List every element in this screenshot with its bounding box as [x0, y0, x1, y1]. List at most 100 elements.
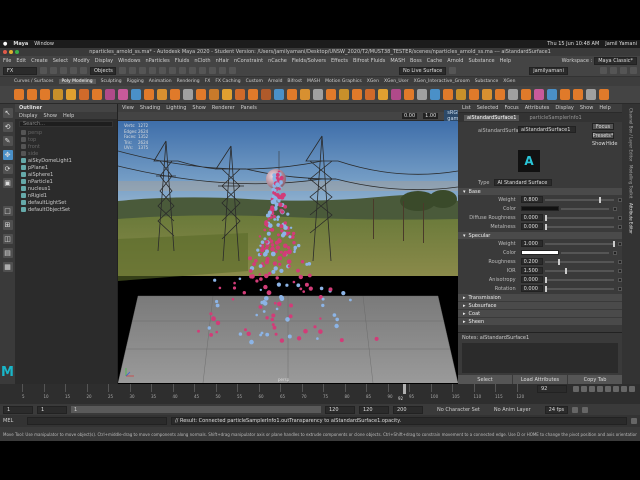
- menu-fluids[interactable]: Fluids: [175, 58, 190, 64]
- snap-plane-icon[interactable]: [179, 67, 186, 74]
- shelf-tool-icon[interactable]: [573, 89, 583, 100]
- viewport-3d[interactable]: Verts: 1272 Edges:2624 Faces: 1352 Tris: 2624 U…: [118, 121, 458, 384]
- select-component-icon[interactable]: [139, 67, 146, 74]
- outliner-item[interactable]: aiSphere1: [15, 171, 117, 178]
- undo-icon[interactable]: [70, 67, 77, 74]
- attribute-value-field[interactable]: 0.800: [520, 196, 543, 203]
- shelf-tool-icon[interactable]: [14, 89, 24, 100]
- shelf-tool-icon[interactable]: [183, 89, 193, 100]
- go-to-start-icon[interactable]: [573, 385, 579, 392]
- shelf-tool-icon[interactable]: [534, 89, 544, 100]
- panel-menu-shading[interactable]: Shading: [140, 105, 160, 111]
- auto-key-icon[interactable]: [572, 406, 579, 413]
- viewport-scene[interactable]: [118, 121, 458, 384]
- shelf-tab-bifrost[interactable]: Bifrost: [287, 79, 302, 84]
- playback-start-field[interactable]: 1: [37, 405, 67, 414]
- symmetry-icon[interactable]: [449, 67, 457, 74]
- lasso-tool-icon[interactable]: ⟲: [2, 122, 13, 132]
- slider-handle[interactable]: [564, 267, 567, 274]
- outliner-menu-display[interactable]: Display: [19, 113, 37, 119]
- attribute-slider[interactable]: [544, 240, 615, 247]
- shelf-tool-icon[interactable]: [118, 89, 128, 100]
- snap-grid-icon[interactable]: [149, 67, 156, 74]
- notes-text-field[interactable]: [462, 343, 618, 373]
- section-subsurface[interactable]: ▸ Subsurface: [458, 302, 622, 309]
- shelf-tab-rendering[interactable]: Rendering: [177, 79, 200, 84]
- load-attributes-button[interactable]: Load Attributes: [513, 375, 567, 384]
- shelf-tool-icon[interactable]: [456, 89, 466, 100]
- menu-edit[interactable]: Edit: [16, 58, 26, 64]
- script-editor-icon[interactable]: [631, 418, 637, 424]
- attribute-value-field[interactable]: 0.000: [520, 223, 543, 230]
- side-tab-channel-box[interactable]: Channel Box / Layer Editor: [629, 108, 634, 161]
- menu-display[interactable]: Display: [95, 58, 113, 64]
- menu-substance[interactable]: Substance: [468, 58, 494, 64]
- menu-set-dropdown[interactable]: FX: [3, 66, 37, 75]
- shelf-tool-icon[interactable]: [144, 89, 154, 100]
- shelf-tab-fx-caching[interactable]: FX Caching: [215, 79, 240, 84]
- range-end-field[interactable]: 120: [359, 405, 389, 414]
- menu-ncache[interactable]: nCache: [268, 58, 287, 64]
- shelf-tool-icon[interactable]: [287, 89, 297, 100]
- presets-button[interactable]: Presets*: [592, 132, 614, 139]
- attr-menu-display[interactable]: Display: [555, 105, 573, 111]
- attribute-slider[interactable]: [544, 267, 615, 274]
- shelf-tool-icon[interactable]: [313, 89, 323, 100]
- step-forward-key-icon[interactable]: [621, 385, 627, 392]
- hide-button[interactable]: Hide: [606, 141, 617, 147]
- outliner-item[interactable]: side: [15, 150, 117, 157]
- range-slider[interactable]: 1: [71, 406, 321, 413]
- shelf-tab-curves-surfaces[interactable]: Curves / Surfaces: [14, 79, 54, 84]
- attribute-value-field[interactable]: 0.000: [520, 276, 543, 283]
- two-pane-layout-icon[interactable]: ◫: [2, 234, 13, 244]
- menu-modify[interactable]: Modify: [73, 58, 90, 64]
- outliner-item[interactable]: defaultObjectSet: [15, 206, 117, 213]
- outliner-menu-show[interactable]: Show: [43, 113, 57, 119]
- focus-button[interactable]: Focus: [592, 123, 614, 130]
- shelf-tab-custom[interactable]: Custom: [246, 79, 263, 84]
- script-language-toggle[interactable]: MEL: [3, 418, 23, 424]
- shelf-tool-icon[interactable]: [378, 89, 388, 100]
- shelf-tab-animation[interactable]: Animation: [149, 79, 172, 84]
- user-name[interactable]: Jamil Yamani: [605, 41, 637, 47]
- attribute-slider[interactable]: [544, 223, 615, 230]
- map-button-icon[interactable]: [613, 250, 617, 255]
- mac-menu-window[interactable]: Window: [34, 41, 54, 47]
- animation-start-field[interactable]: 1: [3, 405, 33, 414]
- render-settings-icon[interactable]: [219, 67, 226, 74]
- attribute-slider[interactable]: [544, 285, 615, 292]
- panel-menu-show[interactable]: Show: [192, 105, 206, 111]
- shelf-tool-icon[interactable]: [235, 89, 245, 100]
- snap-point-icon[interactable]: [169, 67, 176, 74]
- shelf-tool-icon[interactable]: [339, 89, 349, 100]
- mac-menu-app[interactable]: Maya: [13, 41, 28, 47]
- zoom-window-icon[interactable]: [15, 50, 19, 54]
- outliner-item[interactable]: nParticle1: [15, 178, 117, 185]
- shelf-tool-icon[interactable]: [196, 89, 206, 100]
- shelf-tool-icon[interactable]: [508, 89, 518, 100]
- menu-create[interactable]: Create: [31, 58, 48, 64]
- animation-end-field[interactable]: 200: [393, 405, 423, 414]
- shelf-tab-poly-modeling[interactable]: Poly Modeling: [58, 79, 96, 84]
- shelf-tool-icon[interactable]: [274, 89, 284, 100]
- outliner-item[interactable]: top: [15, 136, 117, 143]
- toggle-tool-settings-icon[interactable]: [630, 67, 637, 74]
- menu-mash[interactable]: MASH: [390, 58, 405, 64]
- attribute-value-field[interactable]: 1.500: [520, 267, 543, 274]
- attr-menu-selected[interactable]: Selected: [477, 105, 499, 111]
- select-button[interactable]: Select: [458, 375, 512, 384]
- shelf-tool-icon[interactable]: [66, 89, 76, 100]
- outliner-item[interactable]: aiSkyDomeLight1: [15, 157, 117, 164]
- shelf-tool-icon[interactable]: [53, 89, 63, 100]
- shelf-tab-mash[interactable]: MASH: [307, 79, 320, 84]
- step-forward-frame-icon[interactable]: [613, 385, 619, 392]
- shelf-tab-rigging[interactable]: Rigging: [127, 79, 144, 84]
- menu-arnold[interactable]: Arnold: [447, 58, 463, 64]
- play-forwards-icon[interactable]: [605, 385, 611, 392]
- menu-nparticles[interactable]: nParticles: [145, 58, 169, 64]
- tab-aistandardsurface[interactable]: aiStandardSurface1: [464, 114, 520, 121]
- outliner-search-input[interactable]: Search...: [19, 121, 113, 127]
- shelf-tool-icon[interactable]: [40, 89, 50, 100]
- attribute-slider[interactable]: [544, 214, 615, 221]
- shelf-tool-icon[interactable]: [157, 89, 167, 100]
